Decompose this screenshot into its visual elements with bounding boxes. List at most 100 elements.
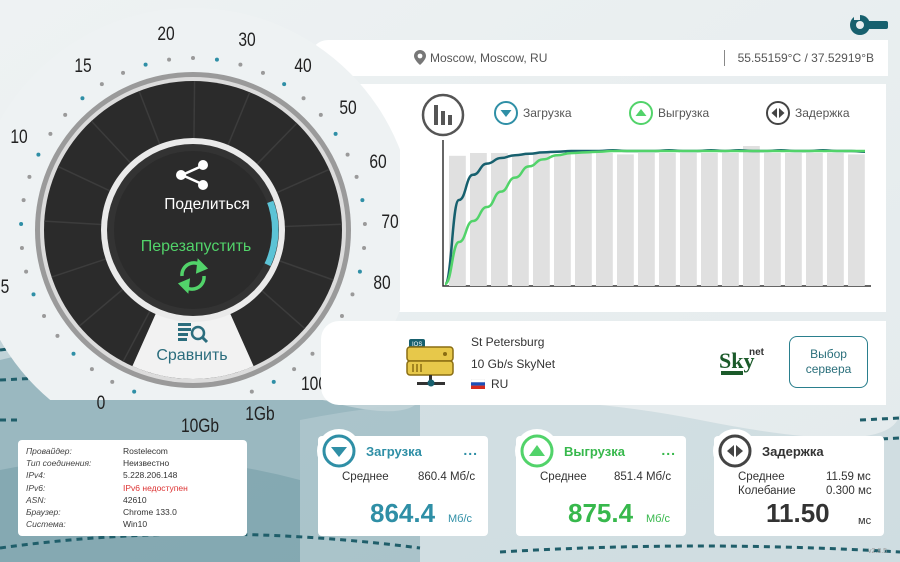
gauge-dot [310, 351, 315, 356]
chart-bar [533, 153, 550, 286]
download-avg-label: Среднее [342, 471, 389, 483]
gauge-dot [89, 367, 94, 372]
upload-badge-icon [515, 429, 559, 473]
server-icon: IOS [406, 339, 454, 387]
connection-info: Провайдер: Rostelecom Тип соединения: Неизв… [18, 440, 247, 536]
gauge-dot [191, 56, 195, 60]
download-badge-icon [317, 429, 361, 473]
gauge-scale-label: 10Gb [180, 415, 219, 437]
chart-bar [491, 153, 508, 286]
info-key: IPv6: [26, 482, 46, 493]
gauge-scale-label: 15 [74, 55, 92, 77]
legend-latency-label: Задержка [795, 106, 850, 120]
chart-bar [596, 153, 613, 286]
gauge-dot [260, 70, 265, 75]
location-city: Moscow, Moscow, RU [430, 51, 548, 65]
skynet-logo: Sky net [719, 347, 765, 375]
share-button[interactable]: Поделиться [140, 196, 274, 214]
upload-avg-value: 851.4 Мб/с [614, 471, 672, 483]
gauge-dot [143, 62, 148, 67]
legend-upload[interactable]: Выгрузка [628, 100, 709, 126]
gauge-dot [99, 82, 104, 87]
gauge-dot [249, 389, 254, 394]
gauge-dot [132, 389, 137, 394]
chart-bar [848, 154, 865, 286]
info-key: Провайдер: [26, 446, 72, 456]
gauge-dot [301, 96, 306, 101]
gauge-dot [214, 57, 219, 62]
gauge-scale-label: 50 [339, 97, 357, 119]
location-pin-icon [414, 50, 426, 65]
info-value: Неизвестно [123, 458, 170, 469]
gauge-scale-label: 5 [0, 276, 9, 298]
legend-download-label: Загрузка [523, 106, 572, 120]
download-speed-value: 864.4 [370, 498, 436, 528]
info-row: Провайдер: Rostelecom [26, 445, 239, 457]
gauge-dot [55, 333, 60, 338]
info-key: Система: [26, 519, 66, 530]
flag-ru-icon [471, 379, 485, 389]
legend-latency[interactable]: Задержка [765, 100, 850, 126]
gauge-scale-label: 0 [96, 392, 105, 414]
chart-bar [575, 153, 592, 286]
gauge-dot [345, 152, 350, 157]
gauge-scale-label: 30 [238, 29, 256, 51]
legend-upload-label: Выгрузка [658, 106, 710, 120]
gauge-dot [357, 269, 362, 274]
change-server-button[interactable]: Выбор сервера [789, 336, 868, 388]
gauge-dot [339, 314, 344, 318]
gauge-scale-label: 60 [369, 151, 387, 173]
gauge-dot [27, 174, 32, 179]
gauge-scale-label: 80 [373, 273, 392, 295]
download-more-button[interactable]: ... [463, 442, 478, 458]
download-card: Загрузка ... Среднее 860.4 Мб/с 864.4 Мб… [317, 429, 488, 536]
gauge-dot [350, 292, 355, 297]
upload-speed-unit: Мб/с [646, 513, 671, 525]
gauge-scale-label: 70 [381, 212, 399, 234]
chart-bar [554, 154, 571, 286]
chart-series-line [443, 149, 865, 286]
chart-bar [764, 153, 781, 286]
gauge-dot [110, 379, 115, 384]
gauge-scale-label: 20 [156, 23, 175, 45]
version-label: v2.8.5 [868, 548, 888, 555]
gauge-dot [31, 292, 36, 297]
upload-more-button[interactable]: ... [661, 442, 676, 458]
wrench-icon[interactable] [848, 12, 888, 38]
upload-card: Выгрузка ... Среднее 851.4 Мб/с 875.4 Мб… [515, 429, 686, 536]
bar-chart-icon[interactable] [421, 93, 465, 137]
info-value: Rostelecom [123, 446, 168, 456]
gauge-dot [282, 82, 287, 87]
compare-button[interactable]: Сравнить [145, 347, 239, 365]
download-avg-value: 860.4 Мб/с [418, 471, 476, 483]
download-circle-icon [494, 101, 518, 125]
legend-download[interactable]: Загрузка [493, 100, 572, 126]
latency-avg-value: 11.59 мс [826, 471, 871, 483]
info-key: Тип соединения: [26, 458, 92, 469]
latency-card: Задержка Среднее 11.59 мс Колебание 0.30… [713, 429, 884, 536]
jitter-value: 0.300 мс [826, 485, 872, 497]
chart-panel: Загрузка Выгрузка Задержка [333, 84, 886, 312]
gauge-dot [362, 245, 367, 250]
info-value: Chrome 133.0 [123, 507, 177, 518]
latency-unit: мс [858, 515, 872, 527]
info-row: ASN: 42610 [26, 494, 239, 506]
latency-badge-icon [713, 429, 757, 473]
upload-title: Выгрузка [564, 444, 625, 459]
chart-bar [827, 153, 844, 286]
gauge-dot [42, 314, 47, 318]
gauge-sector-line [193, 81, 196, 139]
gauge-dot [121, 70, 126, 75]
divider [724, 50, 725, 66]
download-title: Загрузка [366, 444, 422, 459]
info-key: IPv4: [26, 470, 46, 481]
chart-bar [806, 153, 823, 286]
gauge-dot [167, 57, 172, 62]
gauge-dot [36, 152, 41, 157]
info-key: Браузер: [26, 507, 61, 518]
chart-bar [743, 146, 760, 286]
restart-button[interactable]: Перезапустить [126, 238, 266, 256]
latency-value: 11.50 [766, 498, 830, 528]
gauge-dot [19, 221, 24, 226]
gauge-dot [318, 112, 323, 117]
